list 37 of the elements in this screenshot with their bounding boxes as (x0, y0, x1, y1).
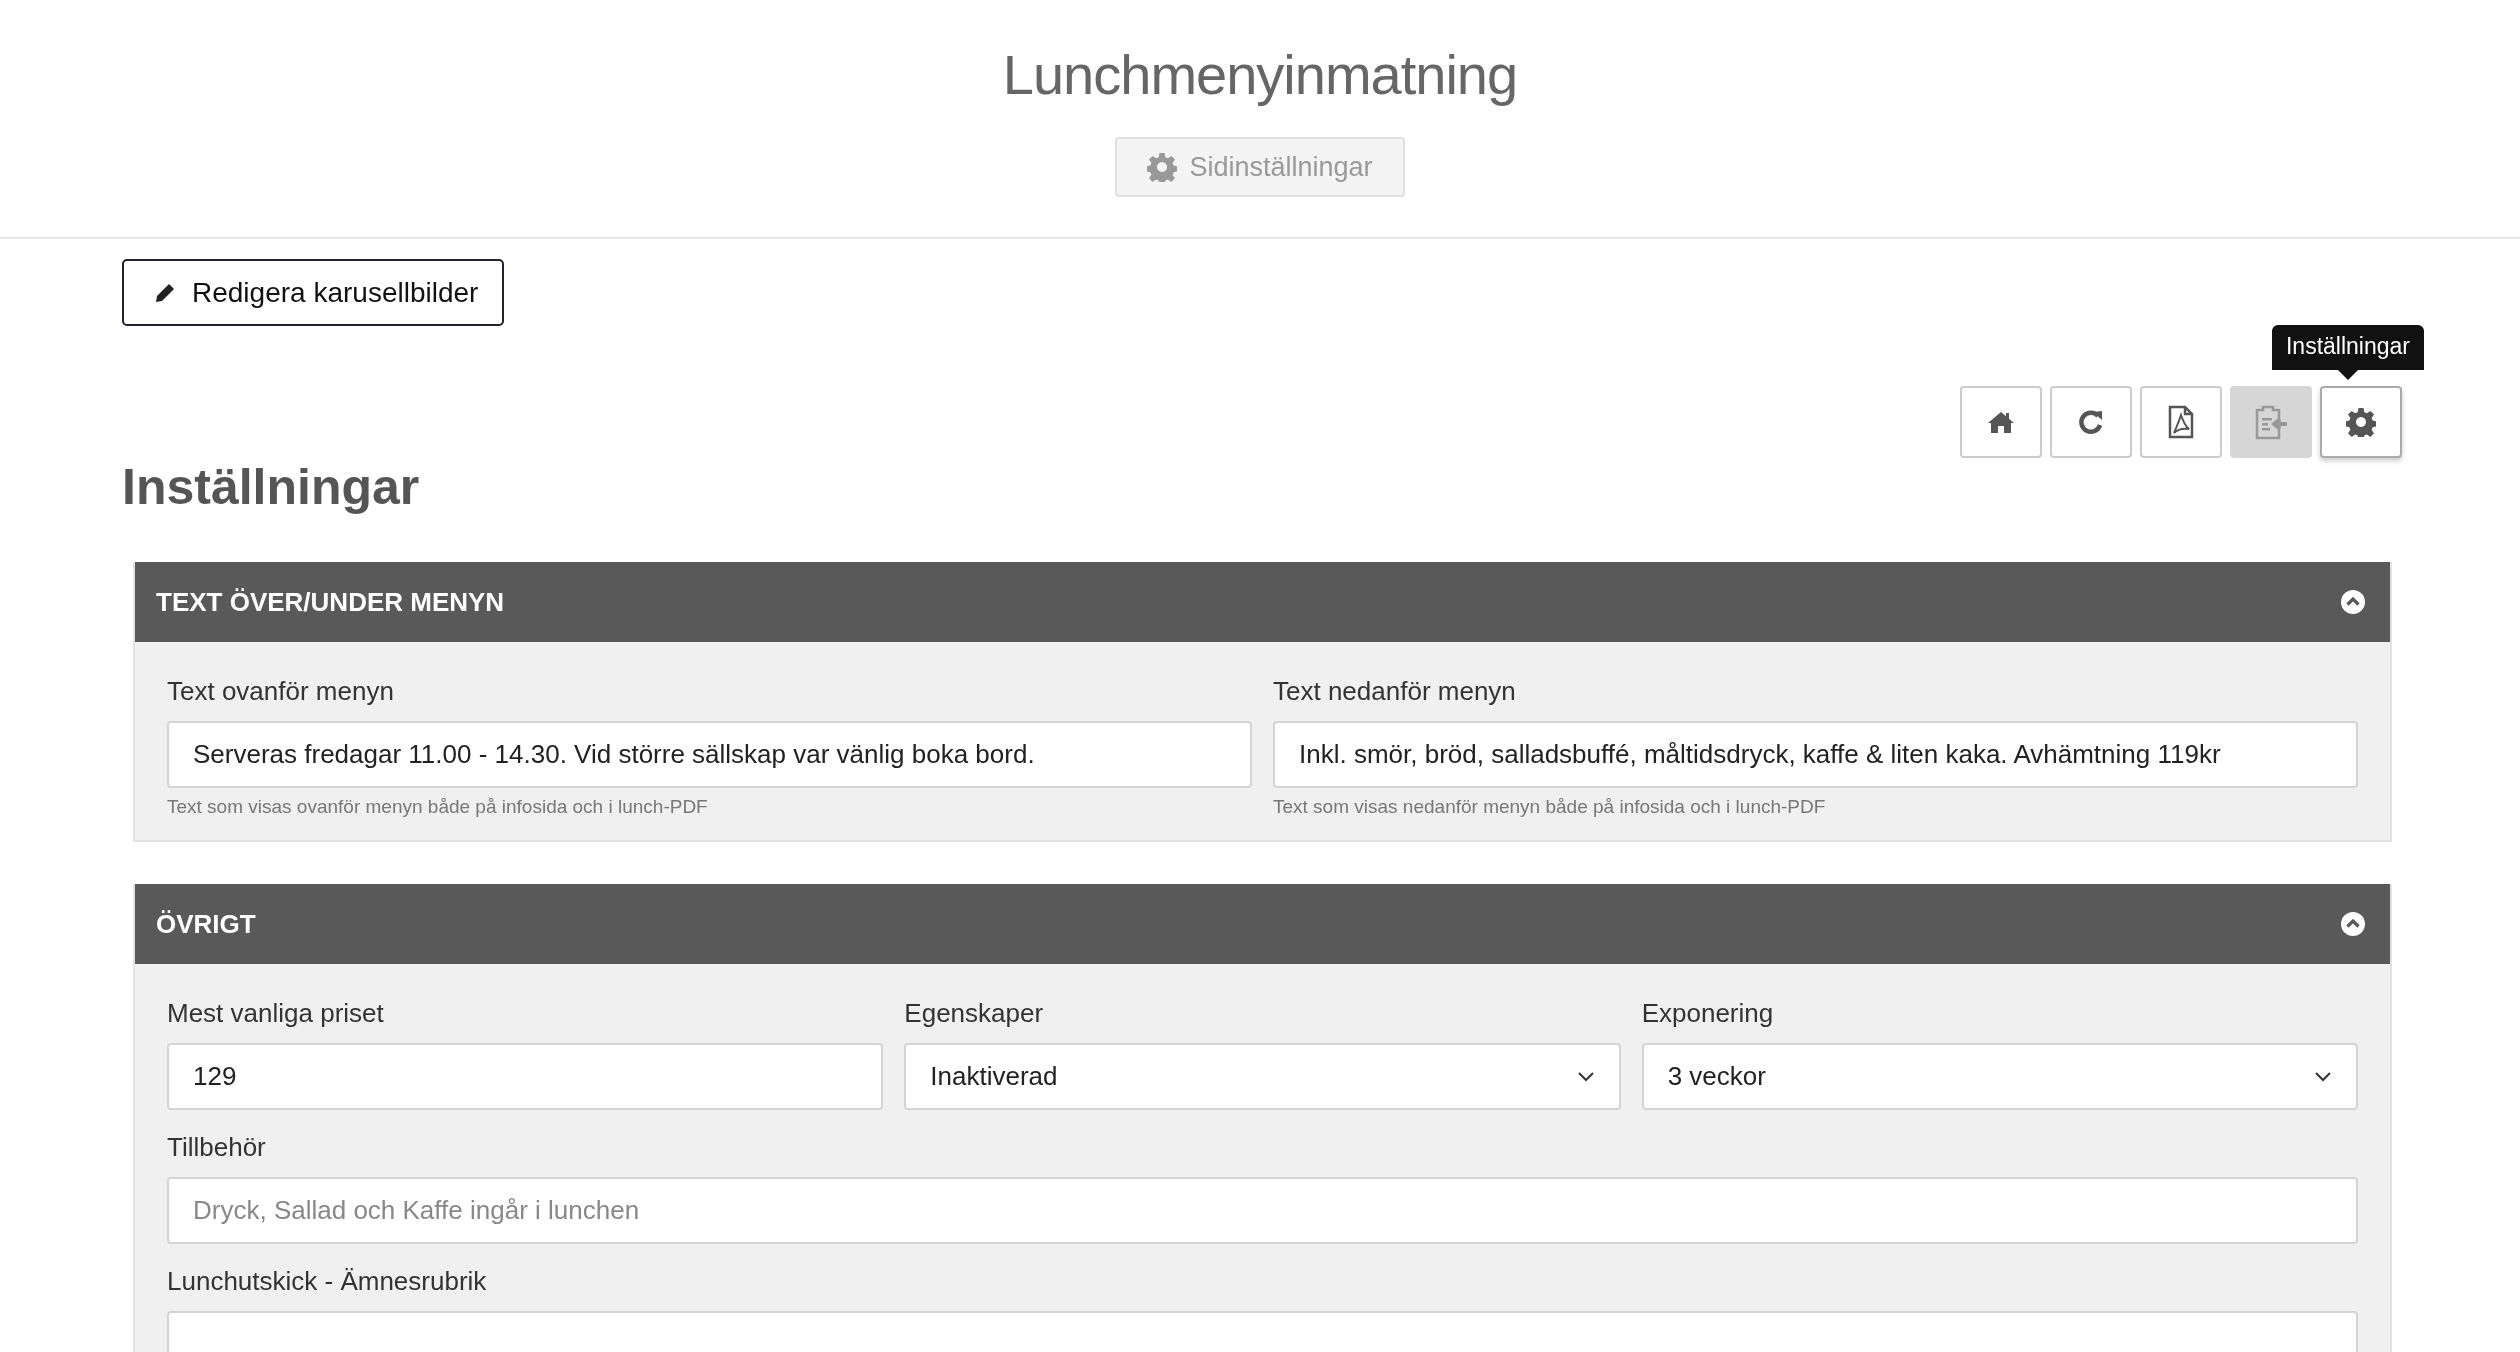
chevron-up-icon[interactable] (2340, 589, 2366, 615)
page-title: Lunchmenyinmatning (1002, 42, 1518, 107)
text-field[interactable]: Dryck, Sallad och Kaffe ingår i lunchen (167, 1177, 2358, 1244)
caret-icon (1576, 1070, 1595, 1083)
text-field[interactable]: 129 (167, 1043, 884, 1110)
help-text: Text som visas ovanför menyn både på infosida och i lunch-PDF (167, 796, 709, 818)
select-field[interactable]: 3 veckor (1641, 1043, 2358, 1110)
text-field[interactable]: Inkl. smör, bröd, salladsbuffé, måltidsdryck, kaffe & liten kaka. Avhämtning 119kr (1273, 721, 2358, 788)
field-label: Text nedanför menyn (1273, 676, 1517, 707)
chevron-up-icon[interactable] (2340, 911, 2366, 937)
select-field[interactable]: Inaktiverad (904, 1043, 1621, 1110)
field-label: Mest vanliga priset (167, 998, 385, 1029)
clipboard-icon (2254, 404, 2288, 440)
pdf-file-icon (2168, 405, 2194, 439)
settings-icon (1147, 152, 1178, 182)
field-label: Lunchutskick - Ämnesrubrik (167, 1266, 488, 1297)
help-text: Text som visas nedanför menyn både på infosida och i lunch-PDF (1273, 796, 1827, 818)
settings-icon (2346, 407, 2376, 437)
reload-icon (2077, 408, 2105, 436)
home-icon (1987, 410, 2015, 434)
field-label: Tillbehör (167, 1132, 267, 1163)
toolbar-button[interactable] (1960, 386, 2042, 458)
text-field[interactable]: Serveras fredagar 11.00 - 14.30. Vid större sällskap var vänlig boka bord. (167, 721, 1252, 788)
tooltip: Inställningar (2271, 325, 2424, 380)
field-label: Text ovanför menyn (167, 676, 395, 707)
caret-icon (2314, 1070, 2332, 1083)
pencil-icon (154, 281, 176, 304)
edit-carousel-button[interactable]: Redigera karusellbilder (122, 259, 505, 326)
section-heading: Inställningar (122, 458, 421, 517)
field-label: Egenskaper (904, 998, 1045, 1029)
panel-title: ÖVRIGT (156, 908, 256, 940)
field-label: Exponering (1641, 998, 1775, 1029)
panel-header[interactable]: TEXT ÖVER/UNDER MENYN (135, 562, 2390, 642)
panel-header[interactable]: ÖVRIGT (135, 884, 2390, 964)
panel-title: TEXT ÖVER/UNDER MENYN (156, 586, 505, 618)
toolbar-button[interactable] (2050, 386, 2132, 458)
toolbar-button[interactable] (2140, 386, 2222, 458)
